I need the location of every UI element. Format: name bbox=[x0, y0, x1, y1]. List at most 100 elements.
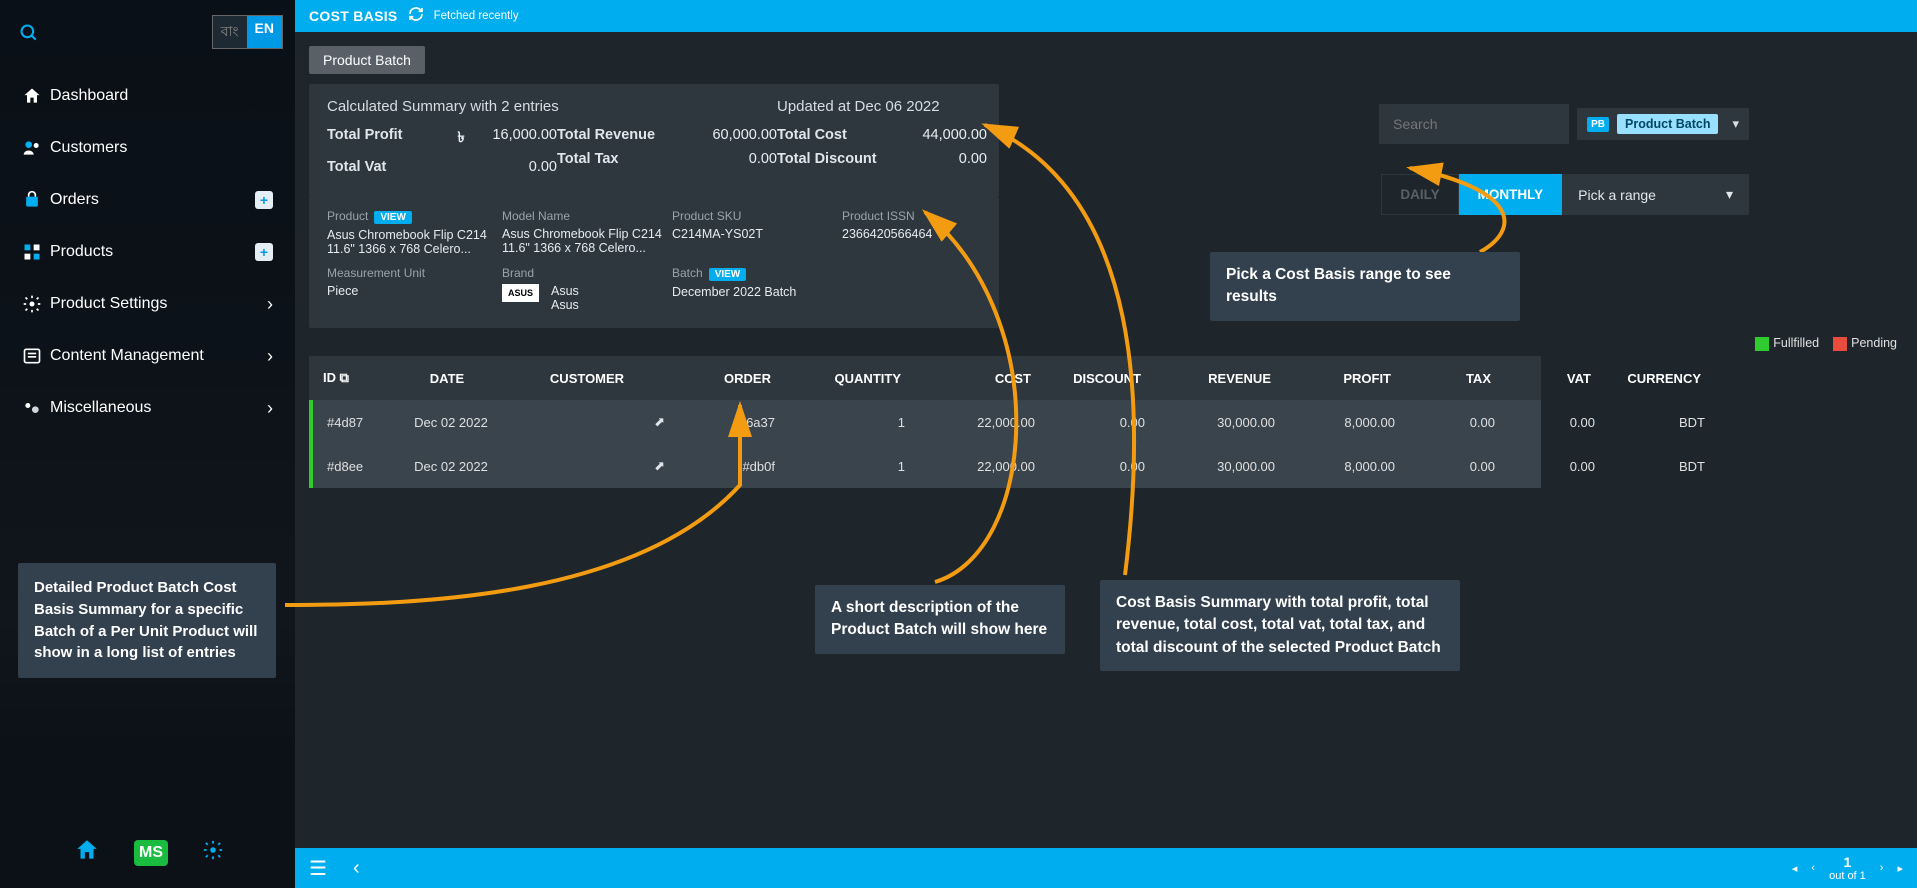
pager-last[interactable]: ▸ bbox=[1897, 862, 1903, 875]
fetch-status: Fetched recently bbox=[434, 10, 519, 22]
page-outof: out of 1 bbox=[1829, 870, 1866, 882]
row-discount: 0.00 bbox=[1041, 415, 1151, 430]
lang-en[interactable]: EN bbox=[247, 16, 282, 48]
table-header: ID ⧉ DATE CUSTOMER ORDER QUANTITY COST D… bbox=[309, 356, 1541, 400]
row-order: #6a37 bbox=[671, 415, 781, 430]
home-icon bbox=[22, 86, 50, 106]
pager-first[interactable]: ◂ bbox=[1792, 862, 1798, 875]
refresh-icon[interactable] bbox=[408, 6, 424, 27]
batch-label: Batch bbox=[672, 266, 703, 280]
add-order-icon[interactable]: + bbox=[255, 191, 273, 209]
row-discount: 0.00 bbox=[1041, 459, 1151, 474]
gear-icon bbox=[22, 294, 50, 314]
chevron-down-icon: ▾ bbox=[1732, 116, 1739, 132]
legend: Fullfilled Pending bbox=[1755, 336, 1897, 351]
external-link-icon[interactable]: ⬈ bbox=[654, 414, 665, 430]
row-profit: 8,000.00 bbox=[1281, 459, 1401, 474]
annotation-range: Pick a Cost Basis range to see results bbox=[1210, 252, 1520, 321]
pb-label: Product Batch bbox=[1617, 114, 1718, 134]
row-cost: 22,000.00 bbox=[911, 415, 1041, 430]
page-number: 1 bbox=[1829, 854, 1866, 870]
copy-icon[interactable]: ⧉ bbox=[340, 370, 349, 385]
sidebar-label: Product Settings bbox=[50, 295, 167, 313]
annotation-summary: Cost Basis Summary with total profit, to… bbox=[1100, 580, 1460, 671]
sku-value: C214MA-YS02T bbox=[672, 227, 842, 241]
sidebar-item-miscellaneous[interactable]: Miscellaneous › bbox=[0, 382, 295, 434]
search-icon[interactable] bbox=[14, 18, 44, 48]
pager-prev[interactable]: ‹ bbox=[1811, 862, 1815, 874]
language-switch[interactable]: বাং EN bbox=[212, 15, 283, 49]
col-customer: CUSTOMER bbox=[507, 371, 667, 386]
external-link-icon[interactable]: ⬈ bbox=[654, 458, 665, 474]
sidebar: বাং EN Dashboard Customers Orders + Prod… bbox=[0, 0, 295, 888]
view-product-button[interactable]: VIEW bbox=[374, 211, 412, 224]
home-footer-icon[interactable] bbox=[74, 837, 100, 868]
brand-name: Asus bbox=[551, 284, 579, 298]
updated-at: Updated at Dec 06 2022 bbox=[777, 98, 987, 115]
back-icon[interactable]: ‹ bbox=[353, 857, 360, 880]
table-row[interactable]: #4d87 Dec 02 2022 ⬈ #6a37 1 22,000.00 0.… bbox=[313, 400, 1541, 444]
issn-value: 2366420566464 bbox=[842, 227, 1002, 241]
sidebar-label: Content Management bbox=[50, 347, 204, 365]
pager: ◂ ‹ 1out of 1 › ▸ bbox=[1792, 854, 1903, 882]
row-order: #db0f bbox=[671, 459, 781, 474]
sidebar-item-orders[interactable]: Orders + bbox=[0, 174, 295, 226]
total-cost-label: Total Cost bbox=[777, 127, 897, 143]
row-tax: 0.00 bbox=[1401, 415, 1501, 430]
tab-product-batch[interactable]: Product Batch bbox=[309, 46, 425, 74]
total-tax-label: Total Tax bbox=[557, 151, 687, 167]
sidebar-item-dashboard[interactable]: Dashboard bbox=[0, 70, 295, 122]
range-label: Pick a range bbox=[1578, 187, 1656, 203]
annotation-desc: A short description of the Product Batch… bbox=[815, 585, 1065, 654]
lang-bn[interactable]: বাং bbox=[213, 16, 247, 48]
bag-icon bbox=[22, 190, 50, 210]
col-profit: PROFIT bbox=[1277, 371, 1397, 386]
row-currency: BDT bbox=[1601, 459, 1711, 474]
brand-logo: ASUS bbox=[502, 284, 539, 302]
sidebar-item-products[interactable]: Products + bbox=[0, 226, 295, 278]
row-tax: 0.00 bbox=[1401, 459, 1501, 474]
range-picker[interactable]: Pick a range ▾ bbox=[1562, 174, 1749, 215]
pager-next[interactable]: › bbox=[1880, 862, 1884, 874]
mu-value: Piece bbox=[327, 284, 502, 298]
summary-card: Calculated Summary with 2 entries Total … bbox=[309, 84, 999, 197]
row-revenue: 30,000.00 bbox=[1151, 459, 1281, 474]
content-icon bbox=[22, 346, 50, 366]
toggle-monthly[interactable]: MONTHLY bbox=[1459, 174, 1563, 215]
sidebar-item-product-settings[interactable]: Product Settings › bbox=[0, 278, 295, 330]
add-product-icon[interactable]: + bbox=[255, 243, 273, 261]
settings-footer-icon[interactable] bbox=[202, 839, 224, 866]
search-type-dropdown[interactable]: PB Product Batch ▾ bbox=[1577, 108, 1749, 140]
total-discount: 0.00 bbox=[897, 151, 987, 167]
total-cost: 44,000.00 bbox=[897, 127, 987, 143]
legend-pending: Pending bbox=[1851, 336, 1897, 350]
sidebar-label: Orders bbox=[50, 191, 99, 209]
toggle-daily[interactable]: DAILY bbox=[1381, 174, 1458, 215]
mu-label: Measurement Unit bbox=[327, 266, 502, 280]
total-revenue: 60,000.00 bbox=[687, 127, 777, 143]
view-batch-button[interactable]: VIEW bbox=[709, 268, 747, 281]
row-customer: ⬈ bbox=[511, 414, 671, 430]
annotation-side: Detailed Product Batch Cost Basis Summar… bbox=[18, 563, 276, 678]
sidebar-item-content-management[interactable]: Content Management › bbox=[0, 330, 295, 382]
total-tax: 0.00 bbox=[687, 151, 777, 167]
menu-icon[interactable]: ☰ bbox=[309, 856, 327, 881]
content: Product Batch Calculated Summary with 2 … bbox=[295, 32, 1917, 848]
chevron-right-icon: › bbox=[267, 398, 273, 419]
boxes-icon bbox=[22, 242, 50, 262]
header: COST BASIS Fetched recently bbox=[295, 0, 1917, 32]
brand-name2: Asus bbox=[551, 298, 579, 312]
table-row[interactable]: #d8ee Dec 02 2022 ⬈ #db0f 1 22,000.00 0.… bbox=[313, 444, 1541, 488]
total-revenue-label: Total Revenue bbox=[557, 127, 687, 143]
sidebar-item-customers[interactable]: Customers bbox=[0, 122, 295, 174]
misc-icon bbox=[22, 398, 50, 418]
issn-label: Product ISSN bbox=[842, 209, 1002, 223]
total-vat: 0.00 bbox=[471, 159, 557, 175]
sku-label: Product SKU bbox=[672, 209, 842, 223]
search-input[interactable] bbox=[1379, 104, 1569, 144]
product-card: ProductVIEW Asus Chromebook Flip C214 11… bbox=[309, 197, 999, 328]
ms-badge-icon[interactable]: MS bbox=[134, 840, 168, 866]
model-label: Model Name bbox=[502, 209, 672, 223]
row-id: #4d87 bbox=[321, 415, 391, 430]
col-cost: COST bbox=[907, 371, 1037, 386]
